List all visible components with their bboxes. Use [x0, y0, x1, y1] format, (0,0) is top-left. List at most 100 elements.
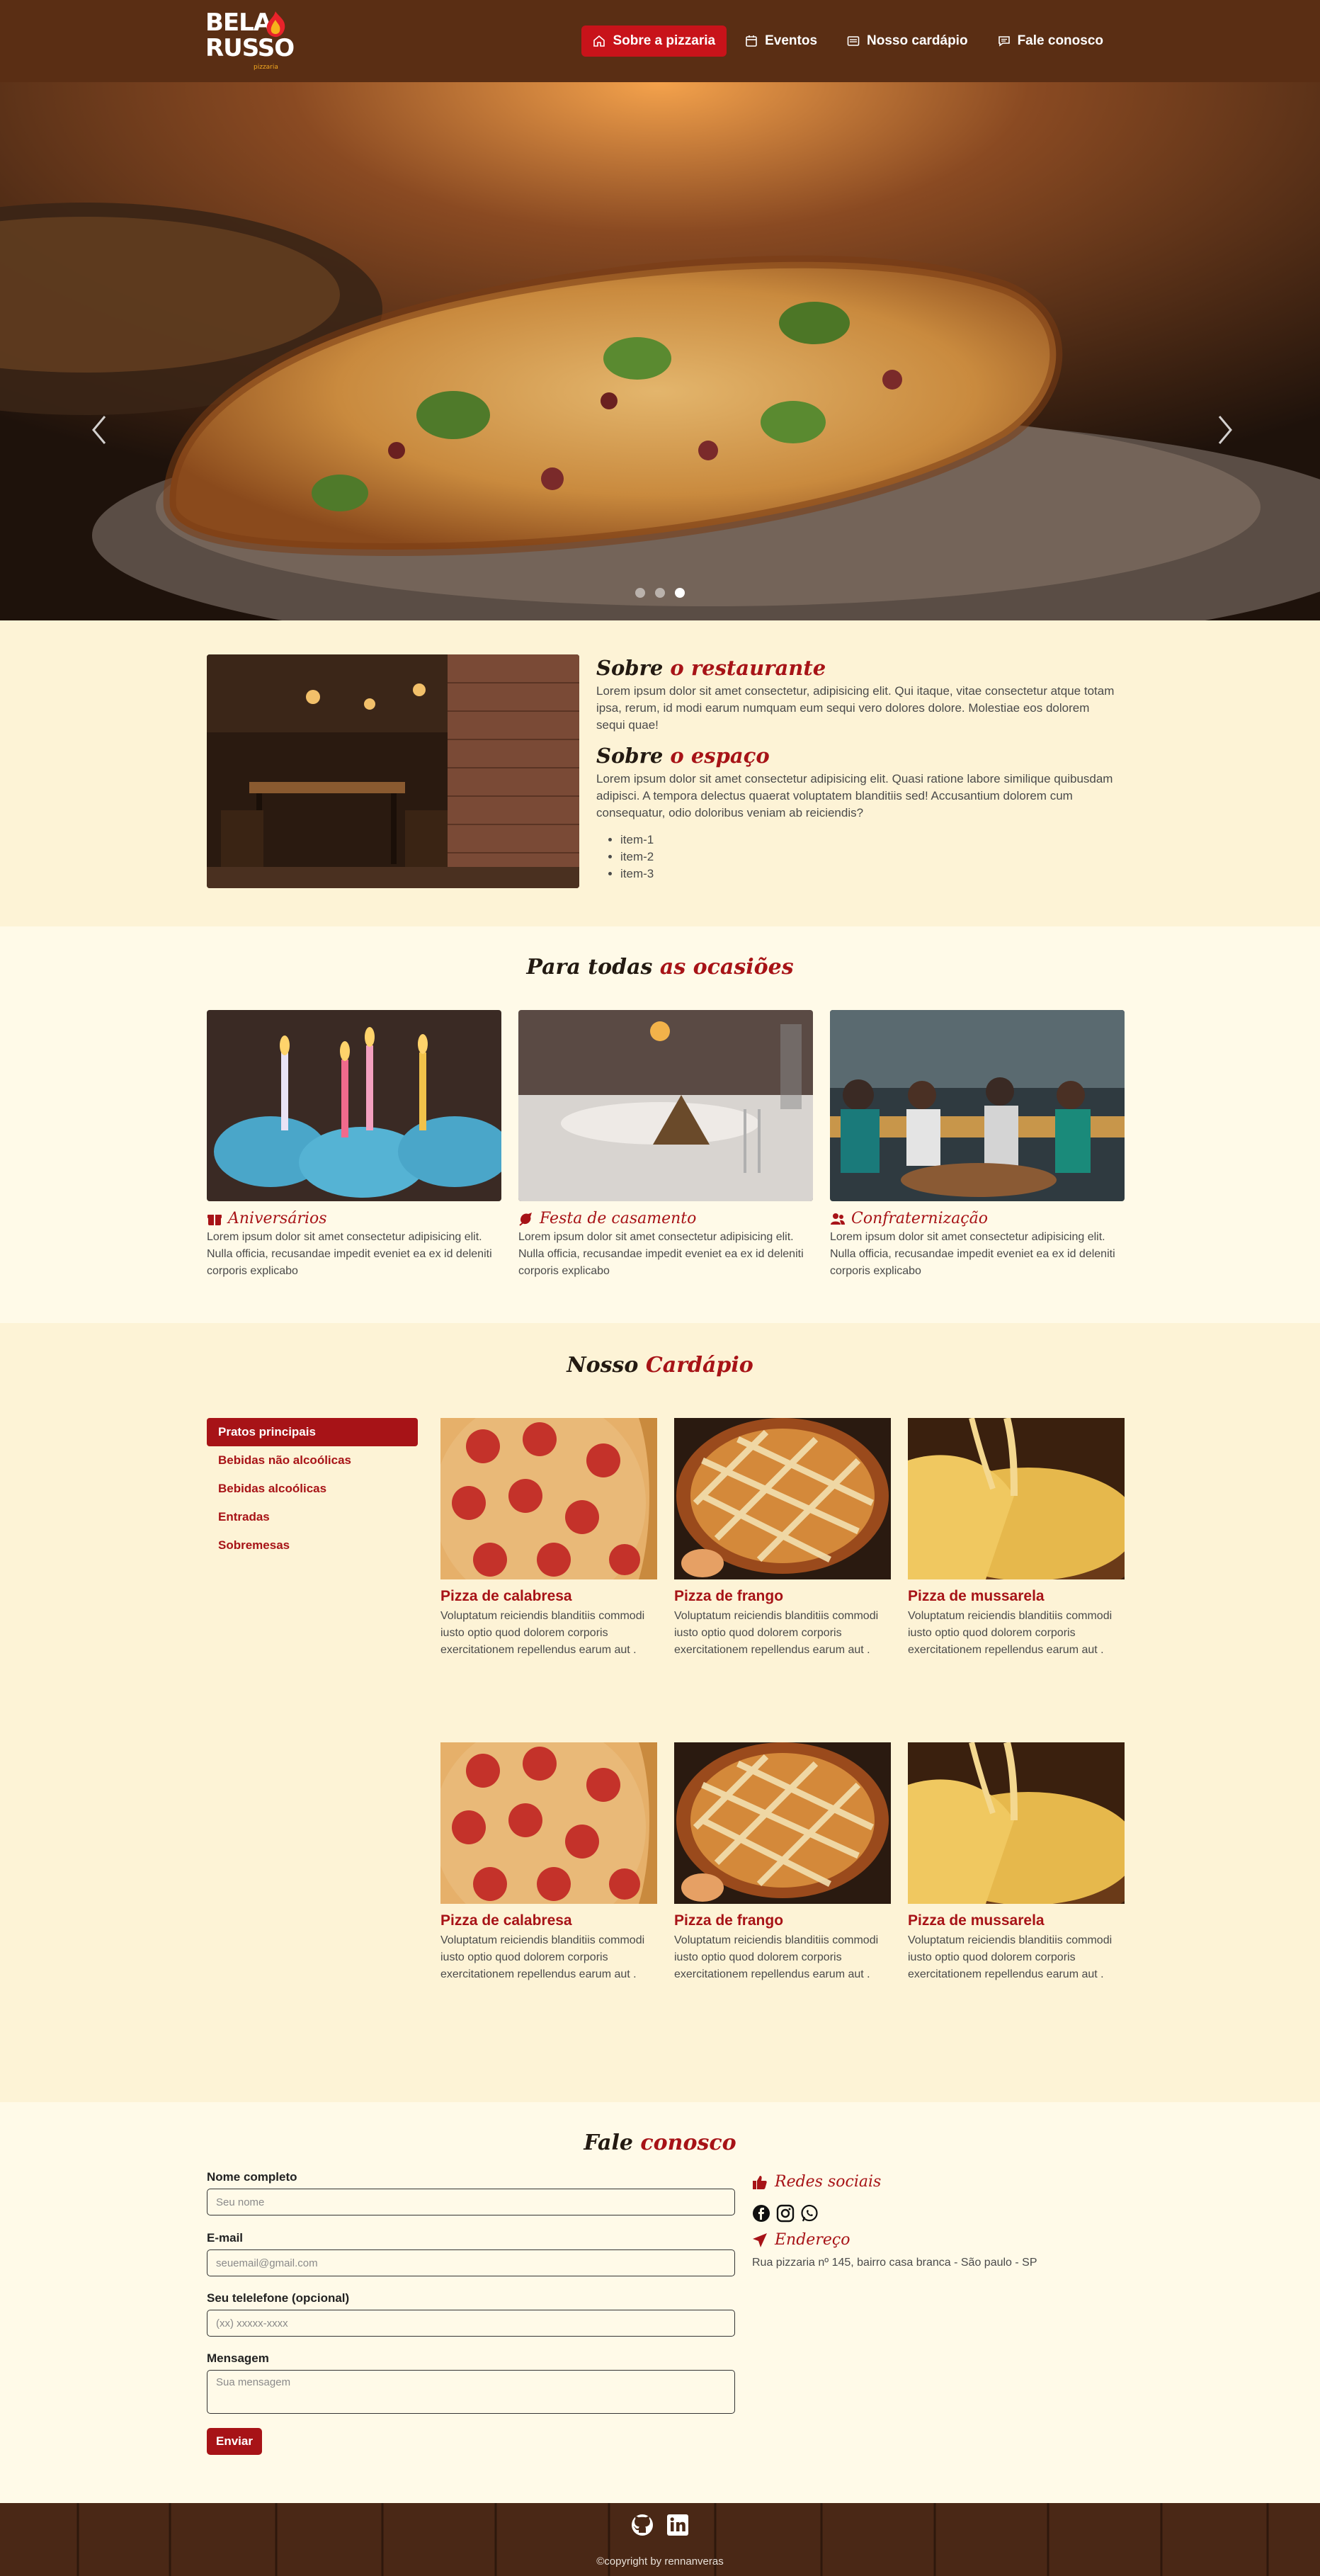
dish-name: Pizza de frango: [674, 1912, 784, 1929]
address-title-text: Endereço: [775, 2231, 850, 2249]
list-item: item-2: [620, 849, 1120, 866]
ring-icon: [519, 1212, 532, 1226]
nav-fale[interactable]: Fale conosco: [986, 25, 1115, 57]
dish-name: Pizza de frango: [674, 1588, 784, 1604]
chicken-pizza-image: [674, 1742, 891, 1904]
menu-categories: Pratos principais Bebidas não alcoólicas…: [207, 1418, 418, 1560]
wedding-table-image: [518, 1010, 813, 1201]
contact-section: Fale conosco Nome completo E-mail Seu te…: [0, 2102, 1320, 2503]
hero-carousel: [0, 82, 1320, 620]
contact-title: Fale conosco: [0, 2130, 1320, 2155]
list-item: item-1: [620, 832, 1120, 849]
nav-cardapio-label: Nosso cardápio: [867, 33, 968, 48]
email-input[interactable]: [207, 2249, 735, 2276]
message-textarea[interactable]: [207, 2370, 735, 2414]
navbar: BELA RUSSO pizzaria Sobre a pizzaria Eve…: [0, 0, 1320, 82]
about-restaurant-text: Lorem ipsum dolor sit amet consectetur, …: [596, 684, 1115, 732]
nav-eventos[interactable]: Eventos: [734, 25, 829, 57]
message-label: Mensagem: [207, 2351, 269, 2365]
phone-input[interactable]: [207, 2310, 735, 2337]
dish-card[interactable]: Pizza de calabresa Voluptatum reiciendis…: [433, 1397, 657, 1659]
occasion-card-wedding: Festa de casamento Lorem ipsum dolor sit…: [518, 1010, 813, 1280]
nav-eventos-label: Eventos: [765, 33, 818, 48]
dish-card[interactable]: Pizza de mussarela Voluptatum reiciendis…: [908, 1741, 1149, 1983]
contact-title-accent: conosco: [640, 2130, 736, 2155]
menu-title-plain: Nosso: [567, 1353, 639, 1378]
name-input[interactable]: [207, 2189, 735, 2215]
about-restaurant-title: Sobre o restaurante: [596, 654, 1120, 681]
submit-button[interactable]: Enviar: [207, 2428, 262, 2455]
pepperoni-pizza-image: [433, 1397, 657, 1609]
list-icon: [847, 36, 860, 46]
address-text: Rua pizzaria nº 145, bairro casa branca …: [752, 2257, 1037, 2269]
contact-title-plain: Fale: [584, 2130, 633, 2155]
nav-sobre[interactable]: Sobre a pizzaria: [581, 25, 727, 57]
dish-name: Pizza de mussarela: [908, 1588, 1045, 1604]
dish-card[interactable]: Pizza de frango Voluptatum reiciendis bl…: [674, 1418, 891, 1659]
github-icon[interactable]: [630, 2513, 654, 2537]
flame-icon: [266, 11, 285, 38]
social-title: Redes sociais: [752, 2173, 881, 2191]
carousel-prev-button[interactable]: [89, 412, 110, 448]
dish-card[interactable]: Pizza de frango Voluptatum reiciendis bl…: [674, 1742, 891, 1983]
menu-section: Nosso Cardápio Pratos principais Bebidas…: [0, 1323, 1320, 2102]
occasion-title-gathering-text: Confraternização: [851, 1210, 988, 1227]
instagram-icon[interactable]: [776, 2204, 795, 2223]
copyright-text: ©copyright by rennanveras: [596, 2555, 724, 2568]
carousel-indicators: [0, 588, 1320, 598]
occasion-text-birthday: Lorem ipsum dolor sit amet consectetur a…: [207, 1231, 492, 1277]
dish-card[interactable]: Pizza de mussarela Voluptatum reiciendis…: [908, 1417, 1149, 1659]
chicken-pizza-image: [674, 1418, 891, 1579]
dish-card[interactable]: Pizza de calabresa Voluptatum reiciendis…: [433, 1721, 657, 1983]
birthday-cupcakes-image: [207, 1010, 511, 1201]
menu-category-starters[interactable]: Entradas: [207, 1503, 418, 1531]
restaurant-interior-image: [207, 654, 579, 888]
occasions-section: Para todas as ocasiões Aniversários Lore…: [0, 926, 1320, 1323]
carousel-next-button[interactable]: [1214, 412, 1235, 448]
dish-description: Voluptatum reiciendis blanditiis commodi…: [674, 1934, 879, 1980]
menu-category-alcoholic-drinks[interactable]: Bebidas alcoólicas: [207, 1475, 418, 1503]
occasion-title-birthday-text: Aniversários: [228, 1210, 327, 1227]
dish-description: Voluptatum reiciendis blanditiis commodi…: [908, 1610, 1113, 1656]
address-title: Endereço: [752, 2231, 850, 2249]
mozzarella-pizza-image: [908, 1417, 1149, 1602]
whatsapp-icon[interactable]: [800, 2204, 819, 2223]
dish-name: Pizza de calabresa: [440, 1912, 572, 1929]
about-space-title-accent: o espaço: [670, 744, 770, 768]
mozzarella-pizza-image: [908, 1741, 1149, 1927]
dish-description: Voluptatum reiciendis blanditiis commodi…: [440, 1610, 645, 1656]
occasion-card-gathering: Confraternização Lorem ipsum dolor sit a…: [830, 1010, 1125, 1280]
about-space-text: Lorem ipsum dolor sit amet consectetur a…: [596, 772, 1113, 819]
occasion-card-birthday: Aniversários Lorem ipsum dolor sit amet …: [207, 1010, 511, 1280]
linkedin-icon[interactable]: [666, 2513, 690, 2537]
about-space-title: Sobre o espaço: [596, 742, 1120, 769]
menu-category-main[interactable]: Pratos principais: [207, 1418, 418, 1446]
about-restaurant-title-plain: Sobre: [596, 656, 664, 680]
nav-fale-label: Fale conosco: [1017, 33, 1103, 48]
calendar-icon: [746, 35, 757, 47]
occasion-title-birthday: Aniversários: [207, 1210, 501, 1227]
dish-description: Voluptatum reiciendis blanditiis commodi…: [440, 1934, 645, 1980]
menu-category-soft-drinks[interactable]: Bebidas não alcoólicas: [207, 1446, 418, 1475]
carousel-indicator-dot[interactable]: [655, 588, 665, 598]
facebook-icon[interactable]: [752, 2204, 770, 2223]
dish-name: Pizza de calabresa: [440, 1588, 572, 1604]
footer: ©copyright by rennanveras: [0, 2503, 1320, 2576]
nav-sobre-label: Sobre a pizzaria: [613, 33, 716, 48]
dish-name: Pizza de mussarela: [908, 1912, 1045, 1929]
carousel-indicator-dot[interactable]: [635, 588, 645, 598]
hero-pizza-image: [0, 82, 1320, 620]
brand-logo[interactable]: BELA RUSSO pizzaria: [205, 10, 297, 72]
friends-gathering-image: [830, 1010, 1125, 1201]
brand-subtitle: pizzaria: [254, 64, 278, 71]
name-label: Nome completo: [207, 2170, 297, 2184]
footer-social-links: [0, 2513, 1320, 2537]
menu-category-desserts[interactable]: Sobremesas: [207, 1531, 418, 1560]
pepperoni-pizza-image: [433, 1721, 657, 1934]
nav-cardapio[interactable]: Nosso cardápio: [836, 25, 979, 57]
carousel-indicator-dot[interactable]: [675, 588, 685, 598]
menu-title: Nosso Cardápio: [0, 1353, 1320, 1378]
home-icon: [593, 35, 605, 47]
occasions-title: Para todas as ocasiões: [0, 955, 1320, 980]
location-arrow-icon: [753, 2232, 767, 2247]
